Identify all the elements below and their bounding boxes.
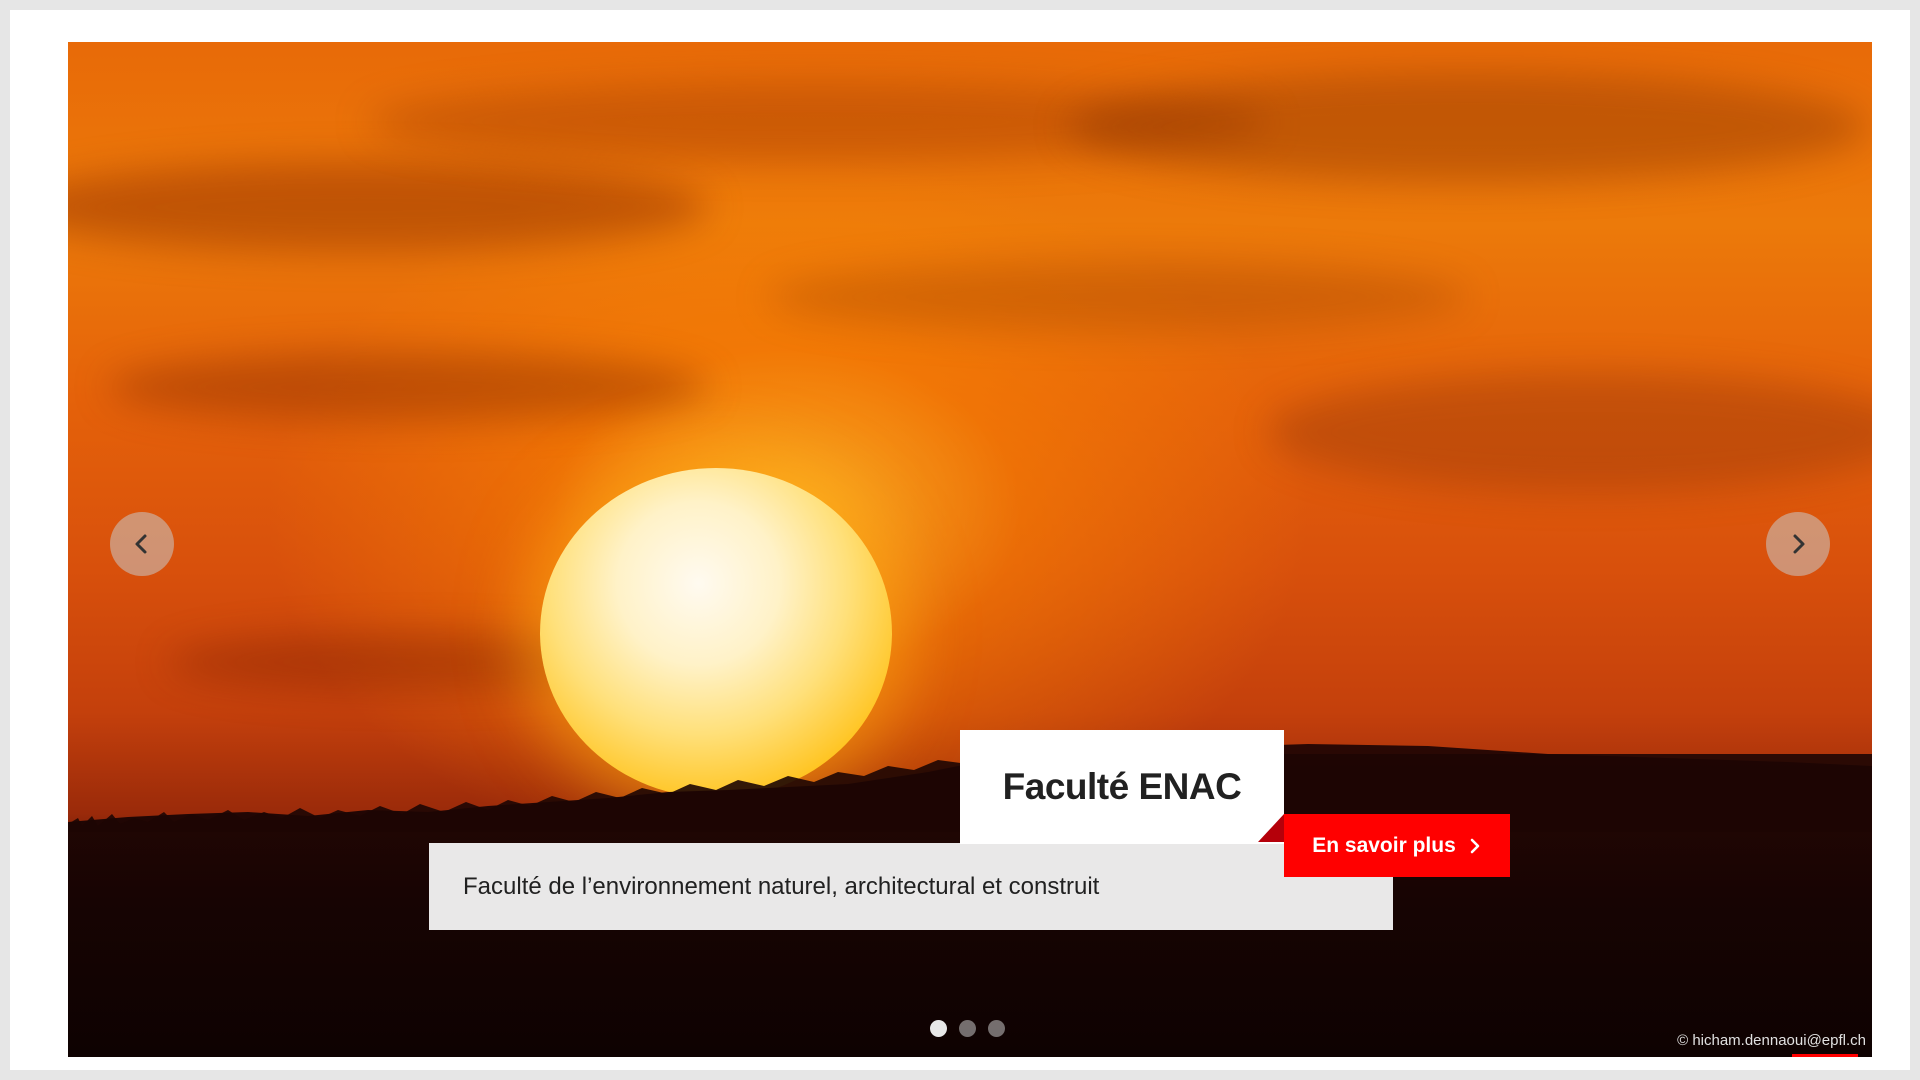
chevron-left-icon <box>135 534 147 554</box>
credit-link-underline <box>1792 1054 1858 1057</box>
slide-description-box: Faculté de l’environnement naturel, arch… <box>429 843 1393 930</box>
slide-title-box: Faculté ENAC <box>960 730 1284 844</box>
next-slide-button[interactable] <box>1766 512 1830 576</box>
slide-pagination <box>930 1020 1005 1037</box>
slide-description: Faculté de l’environnement naturel, arch… <box>463 872 1100 900</box>
chevron-right-icon <box>1470 838 1480 853</box>
photo-credit: © hicham.dennaoui@epfl.ch <box>1677 1032 1866 1049</box>
hero-slide: Faculté de l’environnement naturel, arch… <box>68 42 1872 1057</box>
chevron-right-icon <box>1793 534 1805 554</box>
page-frame: Faculté de l’environnement naturel, arch… <box>10 10 1910 1070</box>
slide-title: Faculté ENAC <box>1002 766 1242 807</box>
cta-ribbon-fold <box>1258 814 1284 842</box>
slide-dot-2[interactable] <box>959 1020 976 1037</box>
slide-dot-1[interactable] <box>930 1020 947 1037</box>
learn-more-label: En savoir plus <box>1312 833 1456 857</box>
learn-more-button[interactable]: En savoir plus <box>1284 814 1510 877</box>
previous-slide-button[interactable] <box>110 512 174 576</box>
slide-dot-3[interactable] <box>988 1020 1005 1037</box>
